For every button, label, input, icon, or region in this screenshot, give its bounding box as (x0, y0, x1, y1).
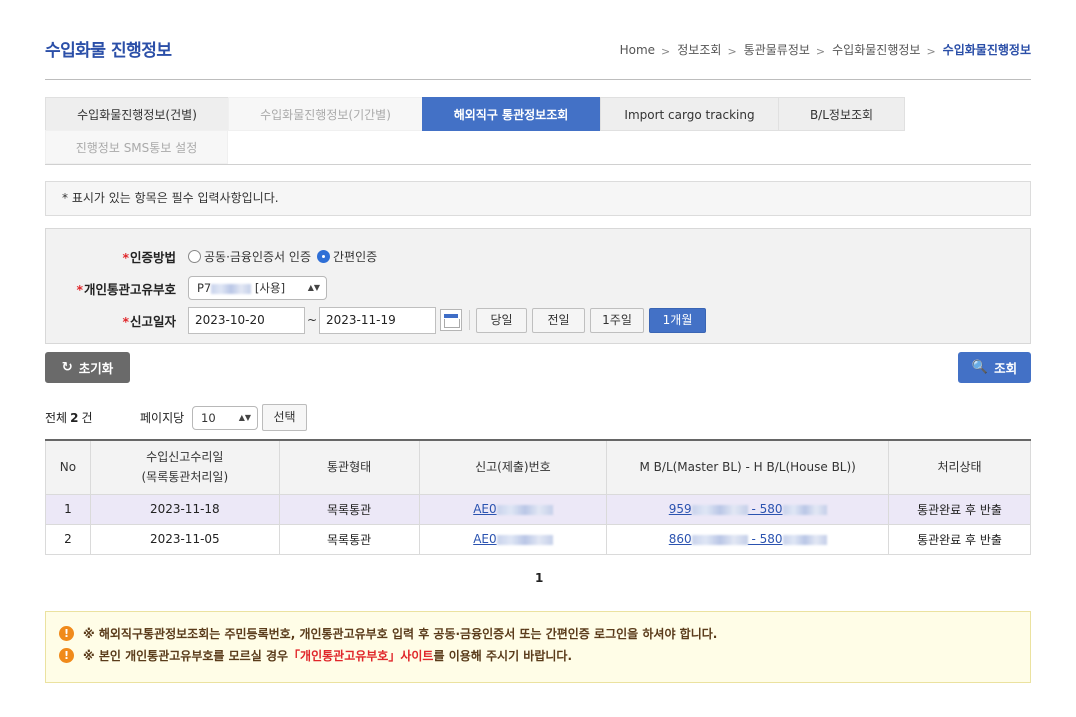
chevron-right-icon: > (727, 45, 737, 58)
chevron-right-icon: > (926, 45, 936, 58)
cell-no: 2 (45, 523, 91, 555)
calendar-icon[interactable] (440, 309, 462, 331)
warning-icon: ! (59, 626, 74, 641)
col-status: 처리상태 (888, 440, 1031, 495)
redacted-value (691, 534, 748, 545)
auth-method-label: *인증방법 (122, 249, 176, 265)
result-table: No 수입신고수리일 (목록통관처리일) 통관형태 신고(제출)번호 M B/L… (45, 439, 1031, 555)
total-count: 전체 2 건 (45, 411, 93, 425)
col-report-no: 신고(제출)번호 (418, 440, 608, 495)
redacted-value (211, 283, 252, 294)
customs-code-site-link[interactable]: 「개인통관고유부호」사이트 (288, 647, 433, 664)
title-divider (45, 79, 1031, 80)
col-clearance-type: 통관형태 (278, 440, 420, 495)
breadcrumb-current: 수입화물진행정보 (942, 43, 1031, 57)
tab-overseas-direct-purchase[interactable]: 해외직구 통관정보조회 (422, 97, 600, 131)
warning-line-1: ! ※ 해외직구통관정보조회는 주민등록번호, 개인통관고유부호 입력 후 공동… (59, 625, 717, 642)
per-page-apply-button[interactable]: 선택 (262, 404, 307, 431)
redacted-value (496, 504, 553, 515)
breadcrumb-import-progress[interactable]: 수입화물진행정보 (832, 41, 920, 58)
redacted-value (496, 534, 553, 545)
customs-code-label: *개인통관고유부호 (76, 281, 176, 297)
bl-link[interactable]: 860 - 580 (669, 532, 827, 546)
divider (469, 310, 470, 330)
period-month-button[interactable]: 1개월 (649, 307, 706, 333)
breadcrumb: Home > 정보조회 > 통관물류정보 > 수입화물진행정보 > 수입화물진행… (620, 41, 1031, 59)
per-page-label: 페이지당 (140, 411, 185, 425)
table-row[interactable]: 2 2023-11-05 목록통관 AE0 860 - 580 통관완료 후 반… (45, 523, 1031, 555)
bl-link[interactable]: 959 - 580 (669, 502, 827, 516)
radio-simple-auth[interactable]: 간편인증 (317, 248, 377, 265)
tab-sms-settings[interactable]: 진행정보 SMS통보 설정 (45, 130, 228, 164)
col-bl: M B/L(Master BL) - H B/L(House BL)) (606, 440, 890, 495)
warning-icon: ! (59, 648, 74, 663)
date-range-tilde: ~ (306, 313, 318, 327)
period-week-button[interactable]: 1주일 (590, 307, 644, 333)
pagination-current-page[interactable]: 1 (535, 571, 543, 585)
report-no-link[interactable]: AE0 (473, 532, 553, 546)
breadcrumb-home[interactable]: Home (620, 43, 655, 57)
chevron-right-icon: > (815, 45, 826, 58)
cell-no: 1 (45, 493, 91, 525)
report-date-row: *신고일자 2023-10-20 ~ 2023-11-19 당일 전일 1주일 … (46, 306, 1030, 334)
refresh-icon: ↻ (61, 360, 73, 375)
cell-status: 통관완료 후 반출 (888, 493, 1031, 525)
breadcrumb-logistics[interactable]: 통관물류정보 (744, 41, 810, 58)
redacted-value (782, 504, 827, 515)
breadcrumb-info[interactable]: 정보조회 (677, 41, 721, 58)
cell-date: 2023-11-05 (89, 523, 280, 555)
tab-import-by-period[interactable]: 수입화물진행정보(기간별) (228, 97, 423, 131)
cell-bl: 959 - 580 (606, 493, 890, 525)
warning-box: ! ※ 해외직구통관정보조회는 주민등록번호, 개인통관고유부호 입력 후 공동… (45, 611, 1031, 683)
redacted-value (782, 534, 827, 545)
report-no-link[interactable]: AE0 (473, 502, 553, 516)
redacted-value (691, 504, 748, 515)
select-arrows-icon: ▲▼ (238, 413, 251, 422)
period-yesterday-button[interactable]: 전일 (532, 307, 585, 333)
customs-code-select[interactable]: P7 [사용] ▲▼ (188, 276, 327, 300)
radio-unchecked-icon[interactable] (188, 249, 201, 263)
chevron-right-icon: > (661, 45, 671, 58)
table-row[interactable]: 1 2023-11-18 목록통관 AE0 959 - 580 통관완료 후 반… (45, 493, 1031, 525)
cell-report-no: AE0 (418, 493, 608, 525)
auth-method-row: *인증방법 공동·금융인증서 인증 간편인증 (46, 243, 1030, 269)
date-from-input[interactable]: 2023-10-20 (188, 306, 305, 334)
select-arrows-icon: ▲▼ (307, 283, 320, 292)
cell-type: 목록통관 (278, 523, 420, 555)
radio-certificate-auth[interactable]: 공동·금융인증서 인증 (188, 248, 311, 265)
reset-button[interactable]: ↻ 초기화 (45, 352, 130, 383)
page-title: 수입화물 진행정보 (45, 41, 172, 61)
customs-code-row: *개인통관고유부호 P7 [사용] ▲▼ (46, 275, 1030, 301)
per-page-select[interactable]: 10 ▲▼ (192, 406, 258, 430)
cell-type: 목록통관 (278, 493, 420, 525)
search-form: *인증방법 공동·금융인증서 인증 간편인증 *개인통관고유부호 P7 [사용]… (45, 228, 1031, 344)
table-header-row: No 수입신고수리일 (목록통관처리일) 통관형태 신고(제출)번호 M B/L… (45, 440, 1031, 495)
cell-status: 통관완료 후 반출 (888, 523, 1031, 555)
report-date-label: *신고일자 (122, 313, 176, 329)
radio-checked-icon[interactable] (317, 249, 330, 263)
col-accept-date: 수입신고수리일 (목록통관처리일) (89, 440, 280, 495)
cell-report-no: AE0 (418, 523, 608, 555)
required-notice: * 표시가 있는 항목은 필수 입력사항입니다. (45, 181, 1031, 216)
search-button[interactable]: 🔍 조회 (958, 352, 1031, 383)
tab-import-cargo-tracking[interactable]: Import cargo tracking (600, 97, 779, 131)
col-no: No (45, 440, 91, 495)
tab-bl-info[interactable]: B/L정보조회 (778, 97, 905, 131)
date-to-input[interactable]: 2023-11-19 (319, 306, 436, 334)
warning-line-2: ! ※ 본인 개인통관고유부호를 모르실 경우 「개인통관고유부호」사이트 를 이… (59, 647, 572, 664)
search-icon: 🔍 (971, 360, 989, 375)
tabs-divider (45, 164, 1031, 165)
cell-date: 2023-11-18 (89, 493, 280, 525)
period-today-button[interactable]: 당일 (476, 307, 527, 333)
tab-import-by-case[interactable]: 수입화물진행정보(건별) (45, 97, 229, 131)
cell-bl: 860 - 580 (606, 523, 890, 555)
